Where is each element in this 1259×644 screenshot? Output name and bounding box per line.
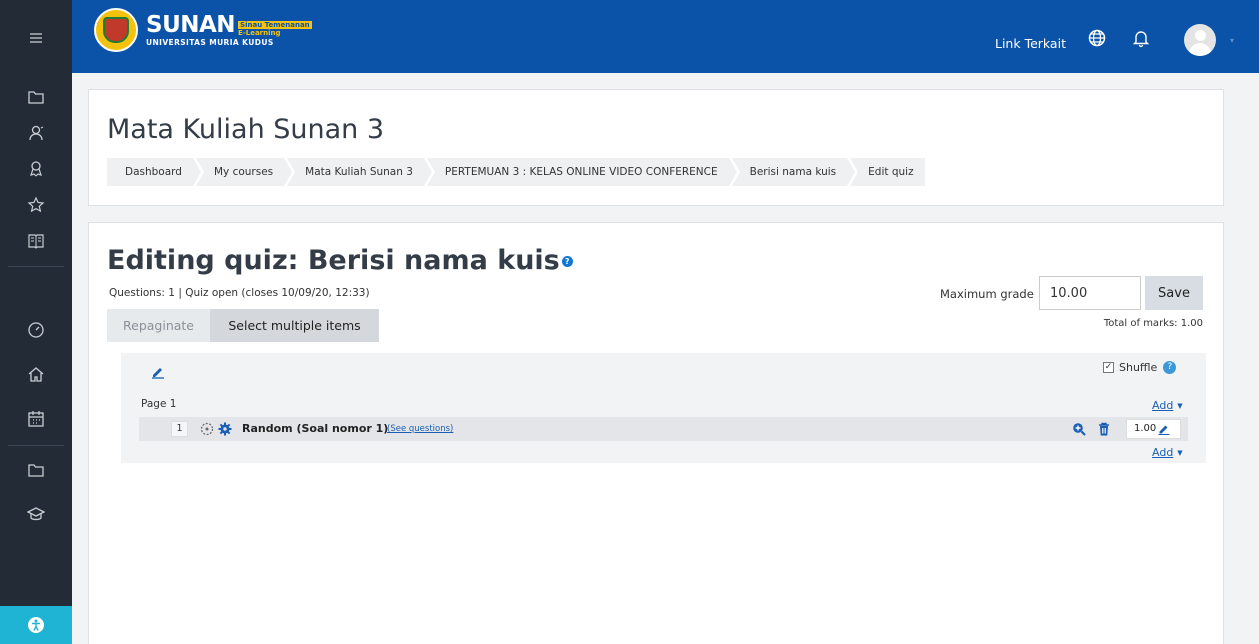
quiz-section: ✓ Shuffle ? Page 1 Add ▼ 1 Random (Soal n…: [121, 353, 1206, 463]
shuffle-checkbox[interactable]: ✓: [1103, 362, 1114, 373]
dashboard-gauge-icon: [28, 322, 44, 338]
brand-elearning: E-Learning: [238, 29, 281, 37]
sidebar-item-grades[interactable]: [0, 221, 72, 261]
add-label: Add: [1152, 446, 1174, 459]
site-logo[interactable]: SUNAN Sinau Temenanan E-Learning UNIVERS…: [94, 8, 312, 52]
add-question-menu-top[interactable]: Add ▼: [1152, 399, 1183, 412]
brand-subtitle: UNIVERSITAS MURIA KUDUS: [146, 38, 274, 47]
sidebar-divider: [8, 266, 64, 267]
save-button[interactable]: Save: [1145, 276, 1203, 310]
university-crest-icon: [94, 8, 138, 52]
slot-number: 1: [171, 421, 188, 437]
breadcrumb-item-course[interactable]: Mata Kuliah Sunan 3: [287, 158, 435, 186]
trash-icon[interactable]: [1098, 422, 1110, 436]
accessibility-button[interactable]: [0, 606, 72, 644]
language-globe-icon[interactable]: [1087, 28, 1107, 48]
folder-icon: [28, 91, 44, 104]
hamburger-menu-button[interactable]: [0, 18, 72, 58]
site-home-icon: [28, 367, 44, 382]
sidebar-item-badges[interactable]: [0, 148, 72, 188]
see-questions-link[interactable]: (See questions): [387, 424, 453, 434]
top-navbar: SUNAN Sinau Temenanan E-Learning UNIVERS…: [72, 0, 1259, 73]
quiz-editing-title: Editing quiz: Berisi nama kuis?: [107, 245, 573, 276]
sidebar-item-my-courses[interactable]: [0, 494, 72, 534]
calendar-icon: [28, 411, 44, 427]
breadcrumb-item-edit-quiz[interactable]: Edit quiz: [850, 158, 925, 186]
breadcrumb-item-quiz[interactable]: Berisi nama kuis: [731, 158, 858, 186]
user-avatar[interactable]: [1184, 24, 1216, 56]
page-header: Mata Kuliah Sunan 3 Dashboard My courses…: [88, 89, 1224, 206]
sidebar-divider: [8, 445, 64, 446]
user-menu-caret-icon[interactable]: ▾: [1230, 36, 1234, 45]
add-label: Add: [1152, 399, 1174, 412]
brand-name: SUNAN: [146, 12, 236, 38]
hamburger-icon: [30, 33, 42, 43]
breadcrumb-item-dashboard[interactable]: Dashboard: [107, 158, 204, 186]
edit-section-heading-pencil-icon[interactable]: [151, 365, 165, 379]
breadcrumb: Dashboard My courses Mata Kuliah Sunan 3…: [107, 158, 928, 186]
sidebar-item-dashboard[interactable]: [0, 310, 72, 350]
sidebar-item-calendar[interactable]: [0, 399, 72, 439]
left-drawer: [0, 0, 72, 644]
max-mark-value: 1.00: [1134, 423, 1157, 434]
caret-down-icon: ▼: [1177, 449, 1183, 457]
random-question-icon: [200, 422, 214, 436]
breadcrumb-item-section[interactable]: PERTEMUAN 3 : KELAS ONLINE VIDEO CONFERE…: [426, 158, 740, 186]
question-slot-row: 1 Random (Soal nomor 1) (See questions) …: [139, 417, 1188, 441]
maximum-grade-input[interactable]: [1039, 276, 1141, 310]
accessibility-icon: [28, 617, 44, 633]
add-question-menu-bottom[interactable]: Add ▼: [1152, 446, 1183, 459]
grades-book-icon: [28, 234, 44, 249]
sidebar-item-competencies[interactable]: [0, 185, 72, 225]
maximum-grade-label: Maximum grade: [940, 287, 1034, 301]
repaginate-button[interactable]: Repaginate: [107, 309, 210, 342]
max-mark-field[interactable]: 1.00: [1126, 419, 1181, 439]
total-of-marks: Total of marks: 1.00: [1103, 318, 1203, 329]
participants-icon: [29, 125, 44, 141]
caret-down-icon: ▼: [1177, 402, 1183, 410]
help-icon[interactable]: ?: [561, 256, 573, 267]
shuffle-help-icon[interactable]: ?: [1163, 361, 1177, 374]
brand-tagline: Sinau Temenanan: [238, 21, 312, 29]
page-title: Mata Kuliah Sunan 3: [107, 114, 385, 145]
preview-zoom-icon[interactable]: [1072, 422, 1086, 436]
breadcrumb-item-my-courses[interactable]: My courses: [195, 158, 296, 186]
question-name: Random (Soal nomor 1): [242, 422, 389, 435]
quiz-info: Questions: 1 | Quiz open (closes 10/09/2…: [109, 287, 370, 299]
quiz-editing-title-text: Editing quiz: Berisi nama kuis: [107, 245, 560, 276]
badges-icon: [30, 161, 42, 177]
sidebar-item-site-home[interactable]: [0, 354, 72, 394]
my-courses-mortarboard-icon: [27, 507, 45, 521]
main-content: Editing quiz: Berisi nama kuis? Question…: [88, 222, 1224, 644]
private-files-folder-icon: [28, 464, 44, 477]
sidebar-item-participants[interactable]: [0, 113, 72, 153]
edit-mark-pencil-icon[interactable]: [1158, 423, 1170, 435]
sidebar-item-course[interactable]: [0, 77, 72, 117]
gear-icon[interactable]: [218, 422, 232, 436]
select-multiple-items-button[interactable]: Select multiple items: [210, 309, 379, 342]
sidebar-item-private-files[interactable]: [0, 450, 72, 490]
shuffle-toggle[interactable]: ✓ Shuffle ?: [1103, 361, 1177, 374]
page-label: Page 1: [141, 398, 177, 410]
competencies-star-icon: [27, 196, 45, 213]
shuffle-label: Shuffle: [1119, 361, 1158, 374]
link-terkait-menu[interactable]: Link Terkait: [995, 36, 1066, 51]
notification-bell-icon[interactable]: [1131, 28, 1151, 48]
